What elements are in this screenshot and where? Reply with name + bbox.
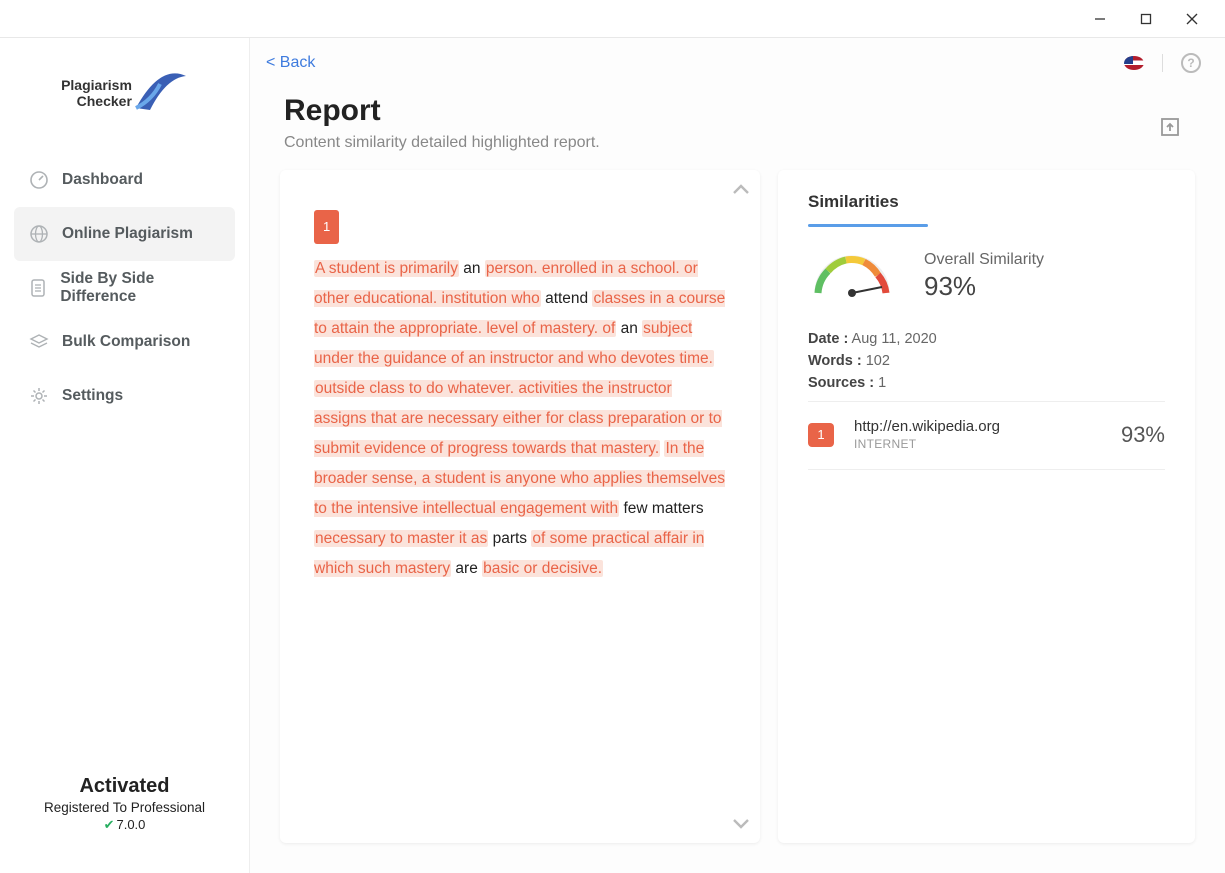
plain-text: an [616, 320, 642, 337]
sidebar-item-label: Bulk Comparison [62, 333, 190, 351]
gauge-icon [808, 249, 896, 303]
source-row[interactable]: 1 http://en.wikipedia.org INTERNET 93% [808, 418, 1165, 470]
license-version: ✔7.0.0 [0, 817, 249, 833]
words-value: 102 [862, 353, 890, 369]
nav: Dashboard Online Plagiarism Side By Side… [0, 148, 249, 428]
sidebar-item-dashboard[interactable]: Dashboard [14, 153, 235, 207]
similarities-panel: Similarities [778, 170, 1195, 843]
topbar: < Back ? [250, 38, 1225, 88]
tab-underline [808, 224, 928, 227]
source-badge: 1 [808, 423, 834, 447]
plain-text: parts [488, 530, 531, 547]
app-window: Plagiarism Checker Dashboard [0, 0, 1225, 873]
highlighted-text: necessary to master it as [314, 530, 488, 547]
overall-similarity-value: 93% [924, 271, 1044, 302]
titlebar [0, 0, 1225, 38]
sidebar-item-side-by-side[interactable]: Side By Side Difference [14, 261, 235, 315]
flag-icon[interactable] [1124, 56, 1144, 70]
sidebar-item-label: Settings [62, 387, 123, 405]
page-header: Report Content similarity detailed highl… [250, 88, 1225, 170]
page-subtitle: Content similarity detailed highlighted … [284, 134, 1191, 152]
logo-line2: Checker [61, 93, 132, 109]
logo-line1: Plagiarism [61, 77, 132, 93]
logo-swoosh-icon [132, 70, 188, 116]
sidebar: Plagiarism Checker Dashboard [0, 38, 250, 873]
plain-text: an [459, 260, 485, 277]
sidebar-item-online-plagiarism[interactable]: Online Plagiarism [14, 207, 235, 261]
words-label: Words : [808, 353, 862, 369]
scroll-down-icon[interactable] [732, 817, 750, 831]
plain-text: are [451, 560, 482, 577]
export-icon[interactable] [1159, 116, 1181, 138]
sidebar-item-label: Side By Side Difference [60, 270, 223, 306]
dashboard-icon [26, 170, 52, 190]
highlighted-text: A student is primarily [314, 260, 459, 277]
source-url: http://en.wikipedia.org [854, 418, 1000, 435]
help-button[interactable]: ? [1181, 53, 1201, 73]
scroll-up-icon[interactable] [732, 182, 750, 196]
maximize-button[interactable] [1123, 0, 1169, 38]
sidebar-item-bulk-comparison[interactable]: Bulk Comparison [14, 315, 235, 369]
date-value: Aug 11, 2020 [848, 331, 936, 347]
divider [808, 401, 1165, 402]
license-registered: Registered To Professional [0, 800, 249, 815]
close-button[interactable] [1169, 0, 1215, 38]
plain-text: few matters [619, 500, 703, 517]
page-title: Report [284, 94, 1191, 128]
source-category: INTERNET [854, 437, 1000, 451]
source-percent: 93% [1121, 422, 1165, 448]
main: < Back ? Report Content similarity detai… [250, 38, 1225, 873]
document-icon [26, 278, 50, 298]
sidebar-item-label: Online Plagiarism [62, 225, 193, 243]
highlighted-text: basic or decisive. [482, 560, 603, 577]
sources-value: 1 [874, 375, 886, 391]
plain-text: attend [541, 290, 593, 307]
sidebar-item-settings[interactable]: Settings [14, 369, 235, 423]
similarities-title: Similarities [808, 192, 1165, 224]
layers-icon [26, 332, 52, 352]
globe-icon [26, 224, 52, 244]
minimize-button[interactable] [1077, 0, 1123, 38]
date-label: Date : [808, 331, 848, 347]
sidebar-item-label: Dashboard [62, 171, 143, 189]
logo: Plagiarism Checker [0, 38, 249, 148]
overall-similarity-label: Overall Similarity [924, 251, 1044, 269]
back-link[interactable]: < Back [266, 54, 315, 72]
source-badge: 1 [314, 210, 339, 244]
sources-label: Sources : [808, 375, 874, 391]
check-icon: ✔ [104, 817, 115, 832]
license-status: Activated [0, 775, 249, 798]
version-text: 7.0.0 [116, 817, 145, 832]
sidebar-footer: Activated Registered To Professional ✔7.… [0, 775, 249, 873]
report-text: A student is primarily an person. enroll… [314, 254, 726, 584]
report-meta: Date : Aug 11, 2020 Words : 102 Sources … [808, 331, 1165, 391]
gear-icon [26, 386, 52, 406]
report-text-panel: 1 A student is primarily an person. enro… [280, 170, 760, 843]
divider [1162, 54, 1163, 72]
